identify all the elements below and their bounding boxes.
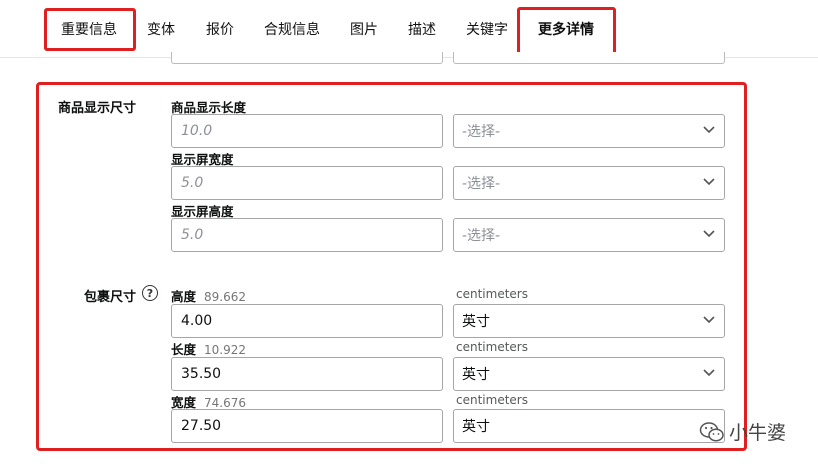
- highlight-box-important-info: [44, 8, 136, 51]
- display-length-unit-select[interactable]: -选择-: [453, 114, 725, 148]
- display-width-unit-select[interactable]: -选择-: [453, 166, 725, 200]
- tab-description[interactable]: 描述: [408, 19, 436, 39]
- package-height-input[interactable]: 4.00: [171, 304, 443, 338]
- prev-select-partial: [453, 52, 725, 64]
- package-length-unit-label: centimeters: [456, 340, 528, 354]
- chevron-down-icon: [703, 316, 715, 324]
- field-name: 高度: [171, 289, 197, 304]
- select-value: 英寸: [462, 419, 490, 435]
- display-length-input[interactable]: 10.0: [171, 114, 443, 148]
- display-width-input[interactable]: 5.0: [171, 166, 443, 200]
- help-icon[interactable]: ?: [142, 285, 158, 301]
- field-hint: 74.676: [204, 396, 247, 410]
- wechat-icon: [699, 421, 724, 442]
- field-name: 长度: [171, 342, 197, 357]
- watermark: 小牛婆: [699, 418, 786, 445]
- package-length-label: 长度 10.922: [171, 339, 246, 358]
- display-dimensions-label: 商品显示尺寸: [58, 101, 137, 116]
- select-value: 英寸: [462, 314, 490, 330]
- highlight-box-more-details: [517, 7, 616, 57]
- field-hint: 89.662: [204, 290, 247, 304]
- chevron-down-icon: [703, 369, 715, 377]
- select-value: -选择-: [462, 124, 501, 140]
- tab-keywords[interactable]: 关键字: [466, 19, 508, 39]
- select-value: 英寸: [462, 367, 490, 383]
- field-hint: 10.922: [204, 343, 247, 357]
- tab-images[interactable]: 图片: [350, 19, 378, 39]
- display-height-input[interactable]: 5.0: [171, 218, 443, 252]
- tab-variations[interactable]: 变体: [147, 19, 175, 39]
- package-width-unit-label: centimeters: [456, 393, 528, 407]
- package-width-input[interactable]: 27.50: [171, 409, 443, 443]
- field-name: 宽度: [171, 395, 197, 410]
- package-height-unit-label: centimeters: [456, 287, 528, 301]
- package-length-input[interactable]: 35.50: [171, 357, 443, 391]
- watermark-text: 小牛婆: [729, 422, 787, 444]
- tab-compliance[interactable]: 合规信息: [264, 19, 320, 39]
- chevron-down-icon: [703, 126, 715, 134]
- prev-input-partial: [171, 52, 443, 64]
- package-height-unit-select[interactable]: 英寸: [453, 304, 725, 338]
- package-dimensions-label: 包裹尺寸: [84, 290, 137, 305]
- display-height-unit-select[interactable]: -选择-: [453, 218, 725, 252]
- tab-offer[interactable]: 报价: [206, 19, 234, 39]
- select-value: -选择-: [462, 228, 501, 244]
- package-height-label: 高度 89.662: [171, 286, 246, 305]
- package-length-unit-select[interactable]: 英寸: [453, 357, 725, 391]
- select-value: -选择-: [462, 176, 501, 192]
- chevron-down-icon: [703, 178, 715, 186]
- chevron-down-icon: [703, 230, 715, 238]
- package-width-unit-select[interactable]: 英寸: [453, 409, 725, 443]
